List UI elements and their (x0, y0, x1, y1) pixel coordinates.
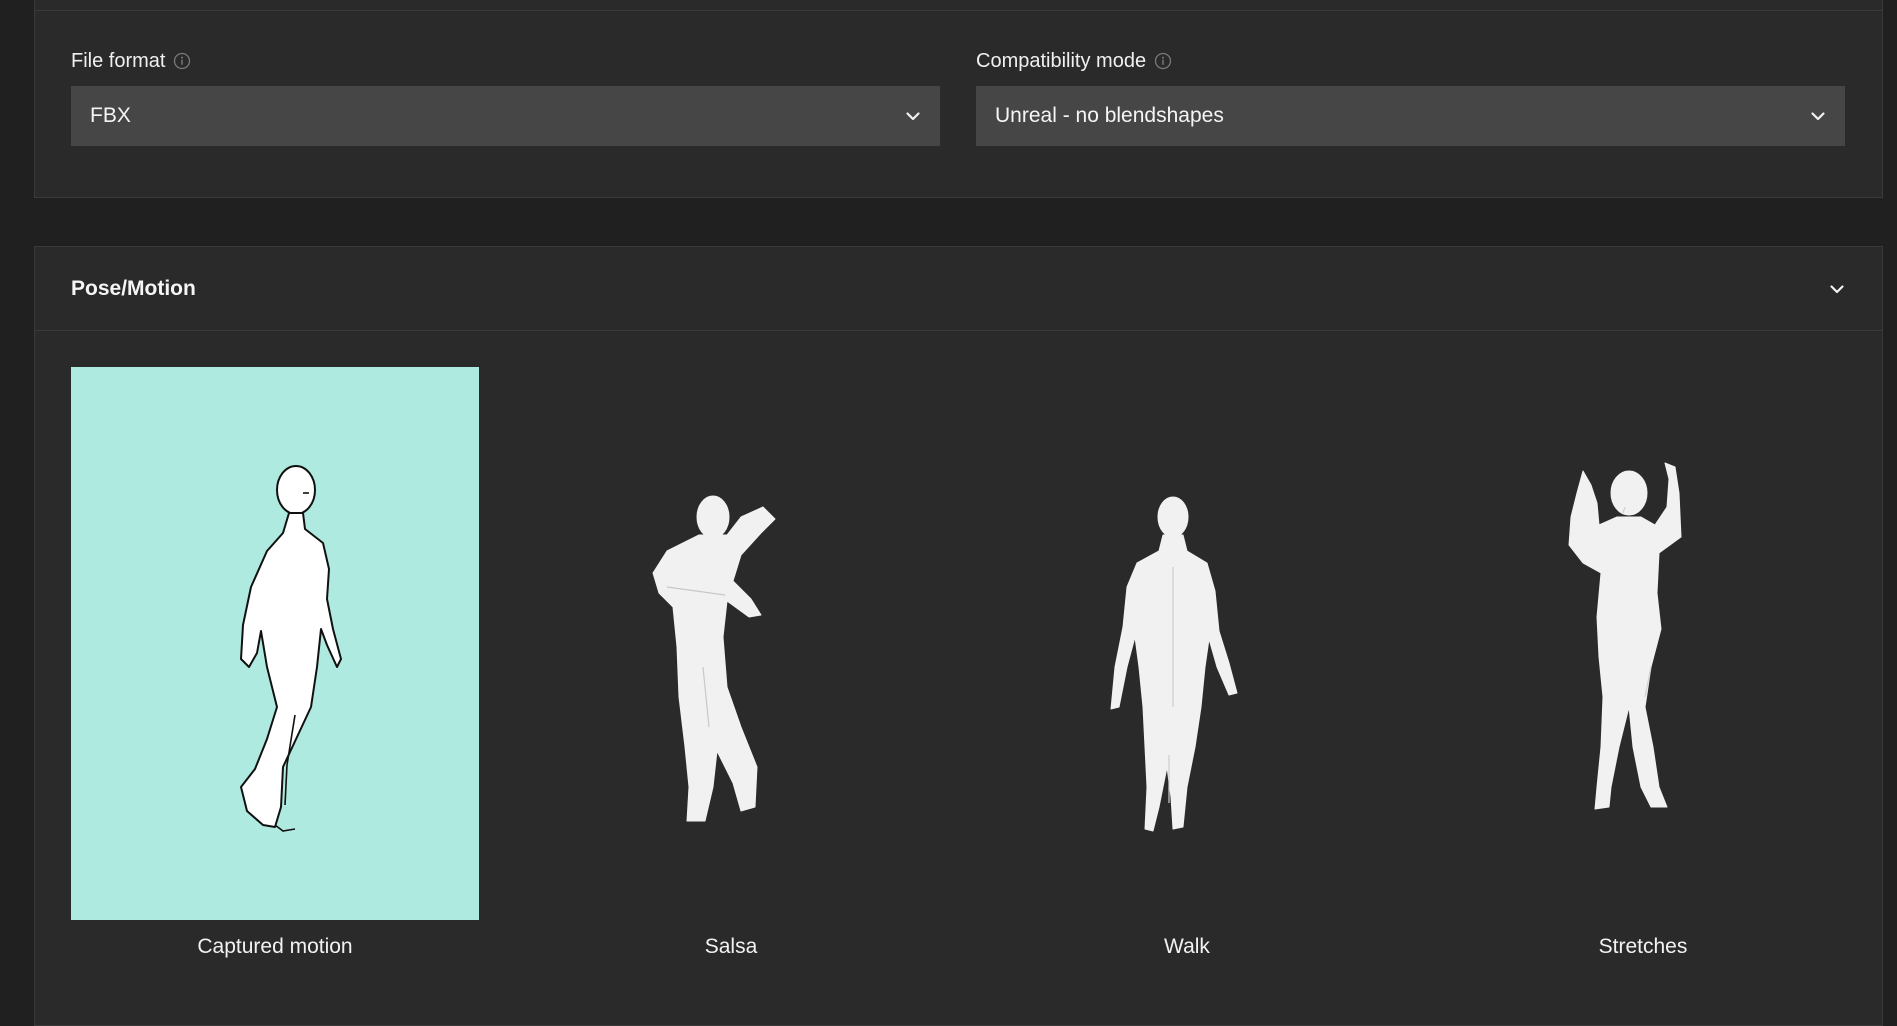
divider (35, 10, 1882, 11)
export-settings-panel: File format FBX Compatibility mode Unrea… (34, 0, 1883, 198)
pose-grid: Captured motion Salsa Walk Stretches (71, 367, 1846, 958)
file-format-label-row: File format (71, 46, 940, 76)
compatibility-mode-label: Compatibility mode (976, 49, 1147, 72)
pose-label: Captured motion (197, 935, 353, 958)
compatibility-mode-label-row: Compatibility mode (976, 46, 1845, 76)
pose-thumbnail (527, 367, 935, 920)
pose-motion-title: Pose/Motion (71, 276, 196, 300)
figure-walk (1110, 496, 1238, 832)
pose-thumbnail (983, 367, 1391, 920)
info-icon[interactable] (1154, 52, 1172, 70)
compatibility-mode-select[interactable]: Unreal - no blendshapes (976, 86, 1845, 146)
pose-thumbnail (1439, 367, 1847, 920)
compatibility-mode-value: Unreal - no blendshapes (995, 104, 1224, 127)
pose-card-walk[interactable]: Walk (983, 367, 1391, 967)
pose-card-salsa[interactable]: Salsa (527, 367, 935, 967)
pose-label: Walk (1164, 935, 1210, 958)
figure-stretches (1568, 462, 1682, 810)
file-format-select[interactable]: FBX (71, 86, 940, 146)
figure-captured-motion (240, 465, 342, 832)
pose-card-captured-motion[interactable]: Captured motion (71, 367, 479, 967)
chevron-down-icon (1809, 107, 1827, 125)
pose-thumbnail (71, 367, 479, 920)
pose-motion-header[interactable]: Pose/Motion (35, 247, 1882, 331)
file-format-label: File format (71, 49, 166, 72)
chevron-down-icon (904, 107, 922, 125)
file-format-field: File format FBX (71, 46, 940, 146)
pose-label: Salsa (704, 935, 758, 958)
pose-motion-panel: Pose/Motion Captured motion Salsa Walk S… (34, 246, 1883, 1026)
info-icon[interactable] (173, 52, 191, 70)
chevron-down-icon[interactable] (1828, 280, 1846, 298)
pose-card-stretches[interactable]: Stretches (1439, 367, 1847, 967)
figure-salsa (652, 495, 776, 822)
compatibility-mode-field: Compatibility mode Unreal - no blendshap… (976, 46, 1845, 146)
pose-label: Stretches (1598, 935, 1688, 958)
file-format-value: FBX (90, 104, 131, 127)
